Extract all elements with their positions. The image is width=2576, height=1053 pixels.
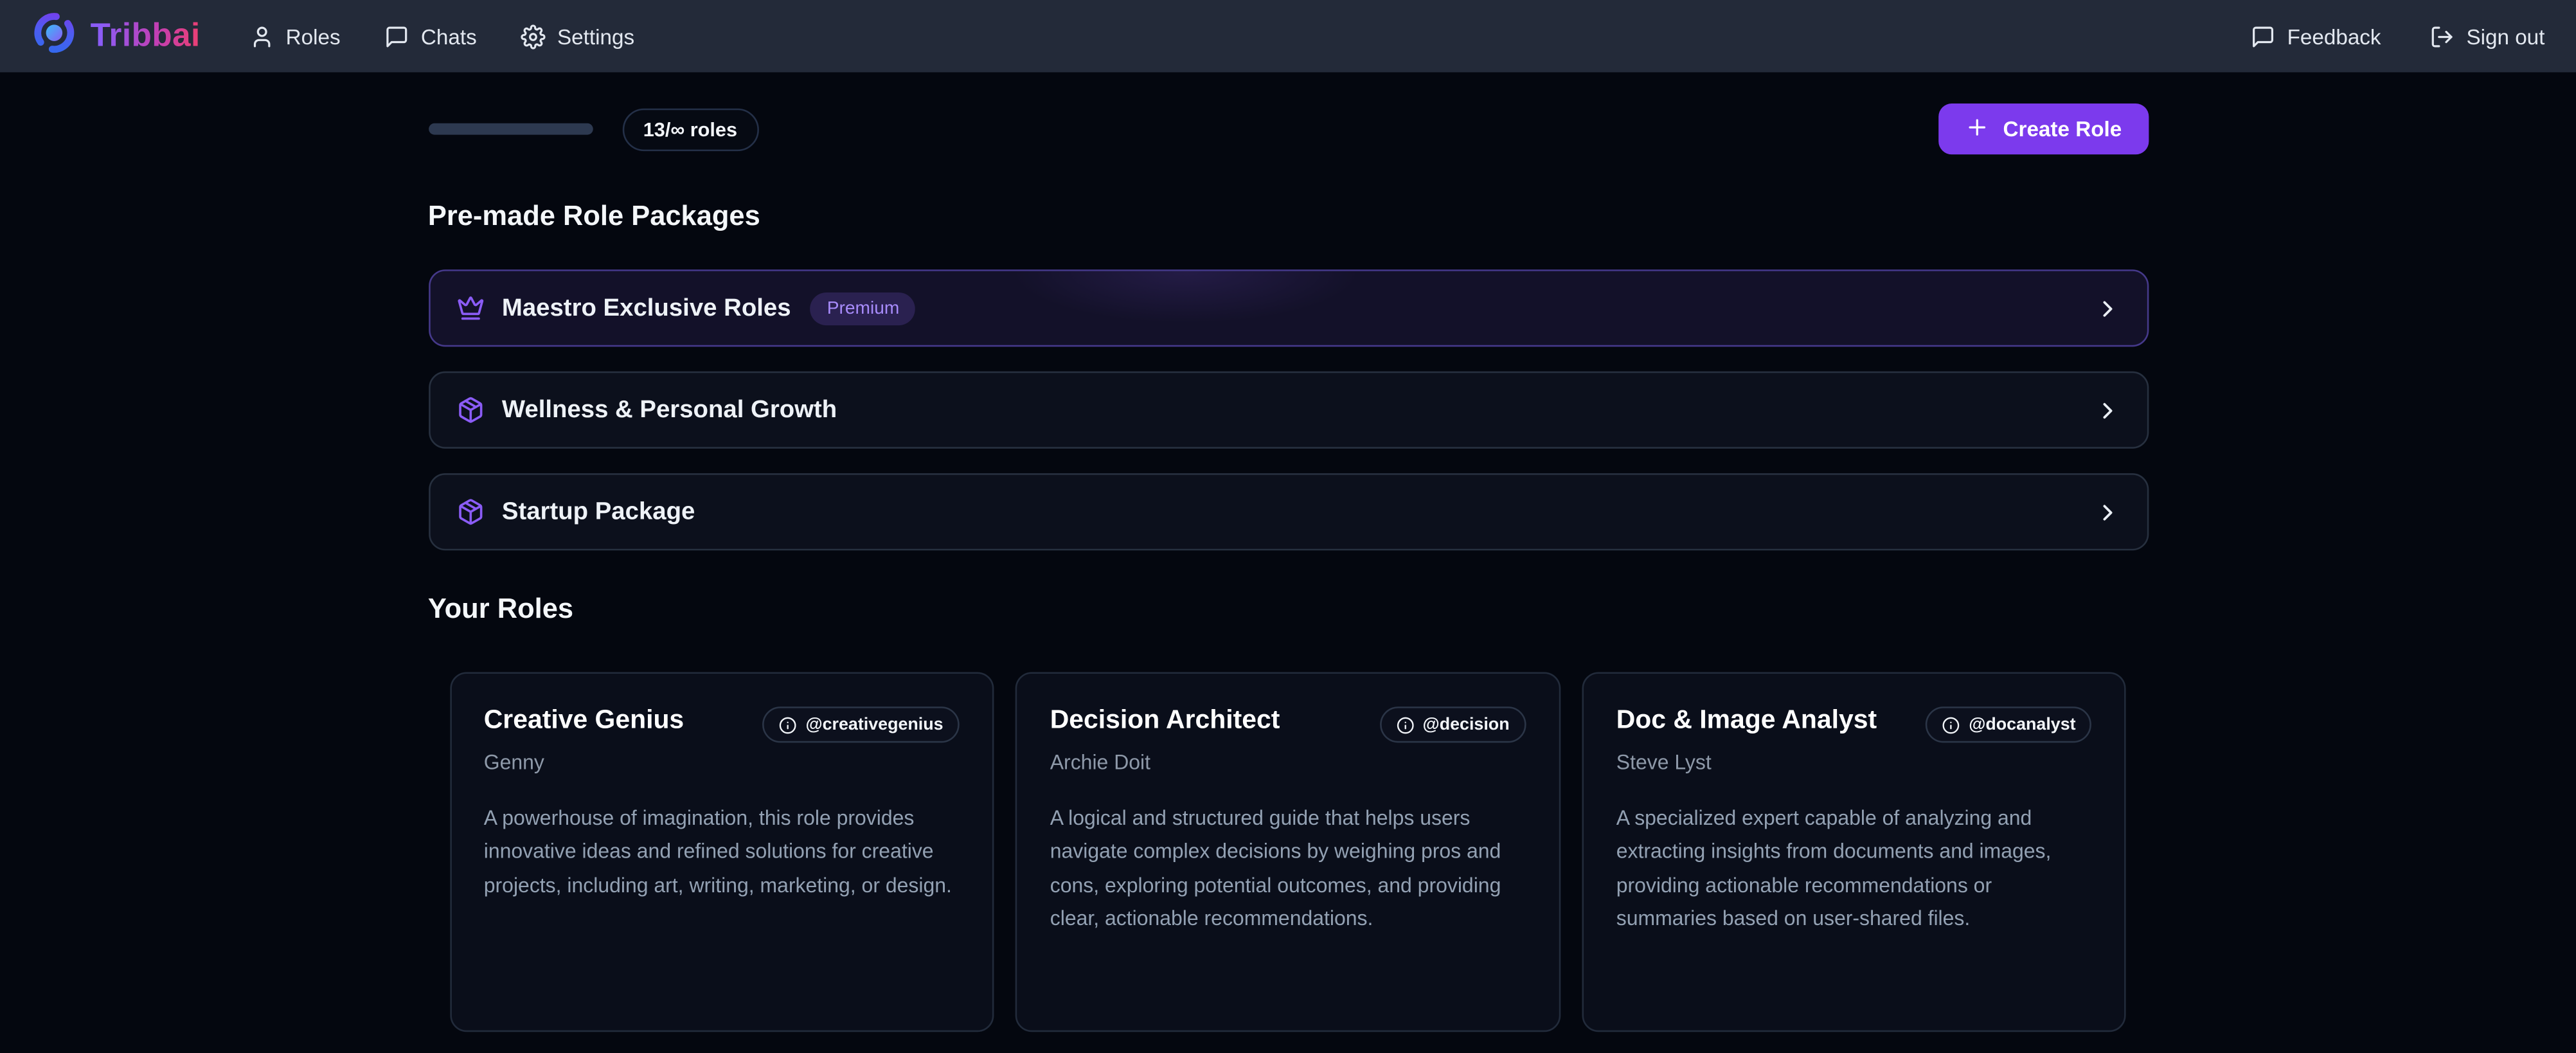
message-square-icon xyxy=(2251,24,2275,48)
message-square-icon xyxy=(385,24,409,48)
role-card-decision-architect[interactable]: Decision Architect @decision Archie Doit… xyxy=(1015,672,1561,1032)
role-card-description: A logical and structured guide that help… xyxy=(1050,802,1526,935)
your-roles-section-title: Your Roles xyxy=(428,593,2148,626)
package-box-icon xyxy=(456,498,483,525)
package-row-startup[interactable]: Startup Package xyxy=(428,473,2148,550)
tribbai-logo-icon xyxy=(31,9,78,63)
roles-toolbar: 13/∞ roles Create Role xyxy=(428,104,2148,154)
chevron-right-icon xyxy=(2094,499,2120,525)
role-card-description: A specialized expert capable of analyzin… xyxy=(1616,802,2092,935)
roles-quota-progress-bar xyxy=(428,123,593,135)
card-header: Doc & Image Analyst @docanalyst xyxy=(1616,706,2092,742)
app-window: Tribbai Roles xyxy=(0,0,2576,1053)
package-name: Maestro Exclusive Roles xyxy=(502,294,791,322)
role-handle: @creativegenius xyxy=(805,715,943,735)
packages-section-title: Pre-made Role Packages xyxy=(428,201,2148,233)
package-name: Startup Package xyxy=(502,498,695,525)
primary-nav: Roles Chats xyxy=(249,24,634,48)
role-card-subtitle: Genny xyxy=(484,751,960,774)
nav-label: Feedback xyxy=(2287,24,2381,48)
info-icon xyxy=(780,716,798,734)
user-icon xyxy=(249,24,274,48)
crown-icon xyxy=(456,294,483,322)
chevron-right-icon xyxy=(2094,295,2120,321)
main-content: 13/∞ roles Create Role Pre-made Role Pac… xyxy=(428,104,2148,1053)
nav-label: Settings xyxy=(557,24,634,48)
nav-item-roles[interactable]: Roles xyxy=(249,24,340,48)
role-card-title: Doc & Image Analyst xyxy=(1616,706,1877,737)
gear-icon xyxy=(521,24,546,48)
log-out-icon xyxy=(2430,24,2455,48)
role-cards-grid: Creative Genius @creativegenius Genny A … xyxy=(428,672,2148,1032)
package-list: Maestro Exclusive Roles Premium xyxy=(428,269,2148,550)
nav-label: Roles xyxy=(286,24,341,48)
role-handle-badge[interactable]: @decision xyxy=(1380,706,1526,742)
package-box-icon xyxy=(456,396,483,424)
chevron-right-icon xyxy=(2094,397,2120,423)
nav-item-feedback[interactable]: Feedback xyxy=(2251,24,2381,48)
role-card-doc-image-analyst[interactable]: Doc & Image Analyst @docanalyst Steve Ly… xyxy=(1582,672,2127,1032)
card-header: Decision Architect @decision xyxy=(1050,706,1526,742)
nav-item-settings[interactable]: Settings xyxy=(521,24,634,48)
role-card-creative-genius[interactable]: Creative Genius @creativegenius Genny A … xyxy=(449,672,994,1032)
create-role-button[interactable]: Create Role xyxy=(1939,104,2148,154)
package-row-wellness[interactable]: Wellness & Personal Growth xyxy=(428,372,2148,449)
nav-item-chats[interactable]: Chats xyxy=(385,24,477,48)
navbar-right: Feedback Sign out xyxy=(2251,24,2545,48)
role-handle-badge[interactable]: @docanalyst xyxy=(1926,706,2092,742)
create-role-label: Create Role xyxy=(2003,116,2122,141)
info-icon xyxy=(1397,716,1415,734)
roles-count-badge: 13/∞ roles xyxy=(622,107,758,150)
brand-name: Tribbai xyxy=(91,17,201,55)
nav-label: Sign out xyxy=(2466,24,2545,48)
role-handle: @decision xyxy=(1423,715,1510,735)
brand-home-link[interactable]: Tribbai xyxy=(31,9,201,63)
role-handle: @docanalyst xyxy=(1969,715,2075,735)
role-card-title: Decision Architect xyxy=(1050,706,1280,737)
role-card-subtitle: Archie Doit xyxy=(1050,751,1526,774)
navbar-left: Tribbai Roles xyxy=(31,9,635,63)
package-row-maestro[interactable]: Maestro Exclusive Roles Premium xyxy=(428,269,2148,346)
package-name: Wellness & Personal Growth xyxy=(502,396,837,424)
plus-icon xyxy=(1965,114,1990,144)
top-navbar: Tribbai Roles xyxy=(0,0,2576,72)
role-card-subtitle: Steve Lyst xyxy=(1616,751,2092,774)
nav-label: Chats xyxy=(421,24,477,48)
role-card-title: Creative Genius xyxy=(484,706,684,737)
role-handle-badge[interactable]: @creativegenius xyxy=(763,706,960,742)
card-header: Creative Genius @creativegenius xyxy=(484,706,960,742)
premium-badge: Premium xyxy=(810,292,916,325)
role-card-description: A powerhouse of imagination, this role p… xyxy=(484,802,960,901)
nav-item-signout[interactable]: Sign out xyxy=(2430,24,2545,48)
info-icon xyxy=(1942,716,1960,734)
